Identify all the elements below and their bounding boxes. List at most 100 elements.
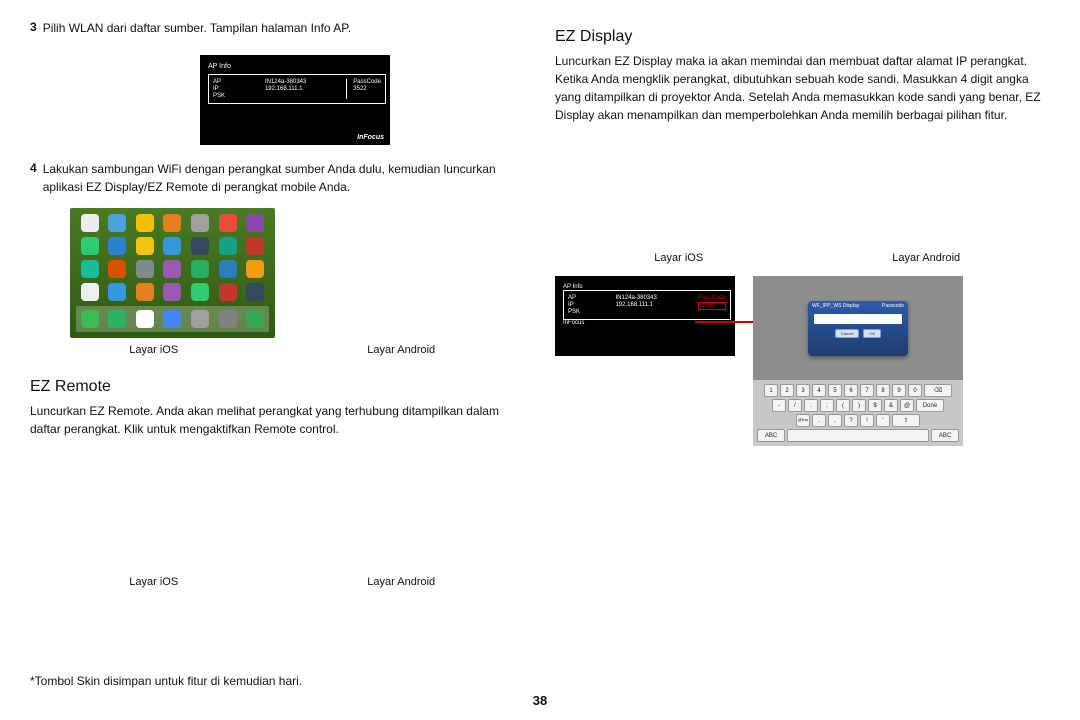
app-icon [136,237,154,255]
app-icon [219,214,237,232]
dock-icon [219,310,237,328]
app-icon [246,260,264,278]
passcode-dialog: WF_IPP_WS Display Passcode Cancel OK [808,301,908,356]
app-icon [246,237,264,255]
key[interactable]: ABC [931,429,959,442]
dock-icon [136,310,154,328]
key[interactable]: ( [836,399,850,412]
ap2-pass-v: 3522 [698,302,726,310]
ap2-pass-k: PassCode [698,295,726,301]
ap-k1: AP [213,79,225,85]
key[interactable]: 0 [908,384,922,397]
passcode-input[interactable] [814,314,902,324]
app-icon [219,283,237,301]
app-icon [108,283,126,301]
key[interactable]: : [804,399,818,412]
step-3-num: 3 [30,20,37,37]
dock-icon [163,310,181,328]
footnote: *Tombol Skin disimpan untuk fitur di kem… [30,674,525,688]
key[interactable]: 8 [876,384,890,397]
ap2-k2: IP [568,302,580,308]
dock-icon [246,310,264,328]
key[interactable]: ⌫ [924,384,952,397]
keyboard: 1234567890⌫ -/:;()$&@Done #+=.,?!'⇧ ABC A… [753,380,963,446]
key[interactable]: 9 [892,384,906,397]
key[interactable]: 3 [796,384,810,397]
app-icon [163,283,181,301]
right-column: EZ Display Luncurkan EZ Display maka ia … [555,20,1050,700]
ap2-k1: AP [568,295,580,301]
key[interactable]: & [884,399,898,412]
app-icon [163,214,181,232]
key[interactable]: @ [900,399,914,412]
key[interactable]: / [788,399,802,412]
key[interactable]: 7 [860,384,874,397]
figure-placeholder [30,450,525,570]
key[interactable]: , [828,414,842,427]
key[interactable]: 1 [764,384,778,397]
key[interactable]: Done [916,399,944,412]
key[interactable]: 4 [812,384,826,397]
app-icon [163,237,181,255]
page-number: 38 [533,693,547,708]
ap2-k3: PSK [568,309,580,315]
app-icon [246,214,264,232]
caption-android-2: Layar Android [278,576,526,588]
ios-screenshot [70,208,275,338]
key[interactable]: ! [860,414,874,427]
ap-info-box: AP IP PSK IN124a-380343 192.168.111.1 Pa… [208,74,386,104]
cancel-button[interactable]: Cancel [835,329,859,338]
ez-display-body: Luncurkan EZ Display maka ia akan memind… [555,52,1050,124]
dialog-label: Passcode [882,303,904,309]
key[interactable]: ⇧ [892,414,920,427]
spacebar-key[interactable] [787,429,929,442]
app-icon [81,214,99,232]
caption-ios-2: Layar iOS [30,576,278,588]
key[interactable]: - [772,399,786,412]
key[interactable]: ABC [757,429,785,442]
app-icon [219,237,237,255]
caption-ios: Layar iOS [30,344,278,356]
ap2-v1: IN124a-380343 [615,295,656,301]
ap-k3: PSK [213,93,225,99]
key[interactable]: ; [820,399,834,412]
ap-v2: 192.168.111.1 [265,86,306,92]
key[interactable]: #+= [796,414,810,427]
caption-android-r: Layar Android [803,252,1051,264]
app-icon [81,283,99,301]
key[interactable]: 2 [780,384,794,397]
caption-ios-r: Layar iOS [555,252,803,264]
ap-info-title: AP Info [208,63,382,70]
dialog-name: WF_IPP_WS Display [812,303,859,309]
key[interactable]: ' [876,414,890,427]
key[interactable]: $ [868,399,882,412]
ok-button[interactable]: OK [863,329,881,338]
step-4: 4 Lakukan sambungan WiFi dengan perangka… [30,161,525,196]
key[interactable]: 5 [828,384,842,397]
ez-remote-heading: EZ Remote [30,378,525,396]
app-icon [81,237,99,255]
caption-row-1: Layar iOS Layar Android [30,344,525,356]
key[interactable]: 6 [844,384,858,397]
figure-row: AP Info AP IP PSK IN124a-380343 192.168.… [555,276,1050,446]
app-icon [108,237,126,255]
app-icon [191,214,209,232]
step-3: 3 Pilih WLAN dari daftar sumber. Tampila… [30,20,525,37]
app-icon [136,214,154,232]
caption-row-2: Layar iOS Layar Android [30,576,525,588]
ez-display-heading: EZ Display [555,28,1050,46]
app-icon [246,283,264,301]
key[interactable]: ) [852,399,866,412]
step-4-num: 4 [30,161,37,196]
ap2-v2: 192.168.111.1 [615,302,656,308]
android-screenshot: WF_IPP_WS Display Passcode Cancel OK 123… [753,276,963,446]
app-icon [136,283,154,301]
app-icon [136,260,154,278]
caption-android: Layar Android [278,344,526,356]
ap-info-figure: AP Info AP IP PSK IN124a-380343 192.168.… [200,55,390,145]
app-icon [219,260,237,278]
app-icon [163,260,181,278]
key[interactable]: . [812,414,826,427]
key[interactable]: ? [844,414,858,427]
brand-logo: InFocus [357,134,384,141]
